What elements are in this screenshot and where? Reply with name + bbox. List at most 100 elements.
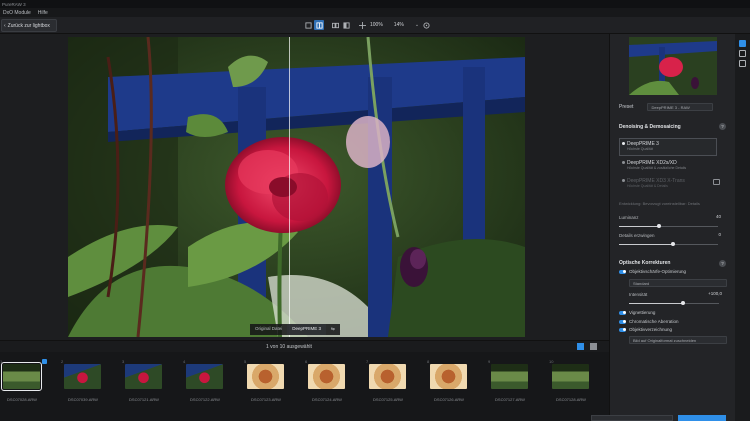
thumb-image[interactable] — [1, 362, 42, 391]
thumb-image[interactable] — [186, 364, 223, 389]
intensity-track[interactable] — [629, 301, 719, 305]
denoise-help-icon[interactable]: ? — [719, 123, 726, 130]
lens-sharpness-toggle[interactable] — [619, 269, 626, 274]
thumb-number: 4 — [183, 359, 186, 364]
vignetting-toggle[interactable] — [619, 310, 626, 315]
export-secondary-button[interactable] — [591, 415, 673, 421]
filmstrip-thumb[interactable]: 7 DSC07125.ARW — [366, 359, 427, 409]
selection-count: 1 von 10 ausgewählt — [266, 344, 312, 350]
thumb-image[interactable] — [64, 364, 101, 389]
optical-help-icon[interactable]: ? — [719, 260, 726, 267]
thumb-filename: DSC07039.ARW — [68, 397, 98, 402]
preset-label: Preset — [619, 104, 634, 110]
pick-tool-icon[interactable] — [739, 50, 746, 57]
thumb-filename: DSC07124.ARW — [312, 397, 342, 402]
option-deepprime-xd[interactable]: DeepPRIME XD2s/XD Höchste Qualität & zus… — [619, 157, 717, 175]
filmstrip-thumb[interactable]: 2 DSC07039.ARW — [61, 359, 122, 409]
single-view-button[interactable] — [303, 20, 313, 30]
side-by-side-button[interactable] — [330, 20, 340, 30]
thumb-image[interactable] — [552, 364, 589, 389]
split-view-icon — [315, 21, 323, 29]
original-label: Original Datei — [250, 324, 288, 335]
denoise-tool-icon[interactable] — [739, 40, 746, 47]
menu-help[interactable]: Hilfe — [38, 10, 48, 16]
main-photo — [68, 37, 525, 337]
distortion-row: Objektivverzeichnung — [619, 327, 672, 332]
list-view-icon[interactable] — [590, 343, 597, 350]
thumb-image[interactable] — [308, 364, 345, 389]
split-view-button[interactable] — [314, 20, 324, 30]
app-title: PureRAW 3 — [2, 1, 26, 7]
chevron-down-icon[interactable]: ⌄ — [415, 22, 419, 28]
optical-title: Optische Korrekturen — [619, 260, 671, 266]
processed-label: DeepPRIME 3 — [287, 324, 327, 335]
single-view-icon — [304, 21, 312, 29]
comment-icon[interactable] — [713, 179, 720, 185]
luminance-label: Luminanz — [619, 215, 639, 220]
preset-select[interactable]: DeepPRIME 3 - RAW — [647, 103, 714, 111]
zoom-fit-value[interactable]: 100% — [368, 22, 385, 28]
zoom-select[interactable]: 14% — [392, 22, 406, 28]
export-primary-button[interactable] — [678, 415, 726, 421]
option-deepprime-3[interactable]: DeepPRIME 3 Höchste Qualität — [619, 138, 717, 156]
fit-screen-button[interactable] — [357, 20, 367, 30]
luminance-track[interactable] — [619, 224, 718, 228]
thumb-image[interactable] — [491, 364, 528, 389]
lens-sharpness-label: Objektivschärfe-Optimierung — [629, 269, 687, 274]
chromatic-toggle[interactable] — [619, 319, 626, 324]
selected-check-icon[interactable] — [42, 359, 47, 364]
details-value[interactable]: 0 — [699, 232, 721, 238]
thumb-image[interactable] — [125, 364, 162, 389]
filmstrip: 1 DSC07028.ARW 2 DSC07039.ARW 3 DSC07121.ARW 4… — [0, 352, 609, 421]
option-desc: Höchste Qualität & Details — [627, 184, 668, 188]
lens-mode-value: Standard — [633, 280, 650, 286]
back-to-lightbox-button[interactable]: ‹ Zurück zur lightbox — [1, 19, 57, 32]
details-track[interactable] — [619, 242, 718, 246]
compare-arrow-icon[interactable]: ⇆ — [326, 324, 340, 335]
filmstrip-thumb[interactable]: 1 DSC07028.ARW — [0, 359, 61, 409]
info-button[interactable] — [421, 20, 431, 30]
menu-dxo-module[interactable]: DxO Module — [3, 10, 31, 16]
intensity-slider[interactable]: Intensität +100,0 — [629, 291, 731, 305]
filmstrip-thumb[interactable]: 9 DSC07127.ARW — [488, 359, 549, 409]
thumb-image[interactable] — [247, 364, 284, 389]
filmstrip-thumb[interactable]: 6 DSC07124.ARW — [305, 359, 366, 409]
lens-mode-select[interactable]: Standard — [629, 279, 727, 287]
details-slider[interactable]: Details erzwingen 0 — [619, 232, 731, 246]
thumb-filename: DSC07125.ARW — [373, 397, 403, 402]
thumb-image[interactable] — [430, 364, 467, 389]
option-desc: Höchste Qualität — [627, 147, 653, 151]
grid-view-icon[interactable] — [577, 343, 584, 350]
details-label: Details erzwingen — [619, 233, 655, 238]
compare-button[interactable] — [341, 20, 351, 30]
intensity-value[interactable]: +100,0 — [696, 291, 722, 297]
filmstrip-thumb[interactable]: 10 DSC07128.ARW — [549, 359, 610, 409]
distortion-mode-select[interactable]: Bild auf Originalformat zuschneiden — [629, 336, 727, 344]
title-bar: PureRAW 3 — [0, 0, 750, 8]
distortion-toggle[interactable] — [619, 327, 626, 332]
thumb-number: 9 — [488, 359, 491, 364]
filmstrip-thumb[interactable]: 4 DSC07122.ARW — [183, 359, 244, 409]
image-viewer[interactable]: Original Datei DeepPRIME 3 ⇆ — [0, 34, 609, 340]
toolbar: ‹ Zurück zur lightbox 100% 14% ⌄ — [0, 17, 750, 34]
thumb-number: 7 — [366, 359, 369, 364]
lens-sharpness-row: Objektivschärfe-Optimierung — [619, 269, 686, 274]
crop-tool-icon[interactable] — [739, 60, 746, 67]
radio-selected-icon — [622, 142, 625, 145]
thumb-image[interactable] — [369, 364, 406, 389]
tool-icon-strip — [735, 34, 750, 421]
luminance-slider[interactable]: Luminanz 40 — [619, 214, 731, 228]
compare-divider[interactable] — [289, 37, 290, 337]
filmstrip-thumb[interactable]: 3 DSC07121.ARW — [122, 359, 183, 409]
filmstrip-thumb[interactable]: 5 DSC07123.ARW — [244, 359, 305, 409]
chromatic-row: Chromatische Aberration — [619, 319, 679, 324]
radio-icon — [622, 179, 625, 182]
intensity-handle[interactable] — [681, 301, 685, 305]
details-handle[interactable] — [671, 242, 676, 246]
luminance-value[interactable]: 40 — [699, 214, 721, 220]
thumb-number: 3 — [122, 359, 125, 364]
thumb-filename: DSC07128.ARW — [556, 397, 586, 402]
thumb-number: 6 — [305, 359, 308, 364]
filmstrip-thumb[interactable]: 8 DSC07126.ARW — [427, 359, 488, 409]
luminance-handle[interactable] — [656, 224, 661, 228]
